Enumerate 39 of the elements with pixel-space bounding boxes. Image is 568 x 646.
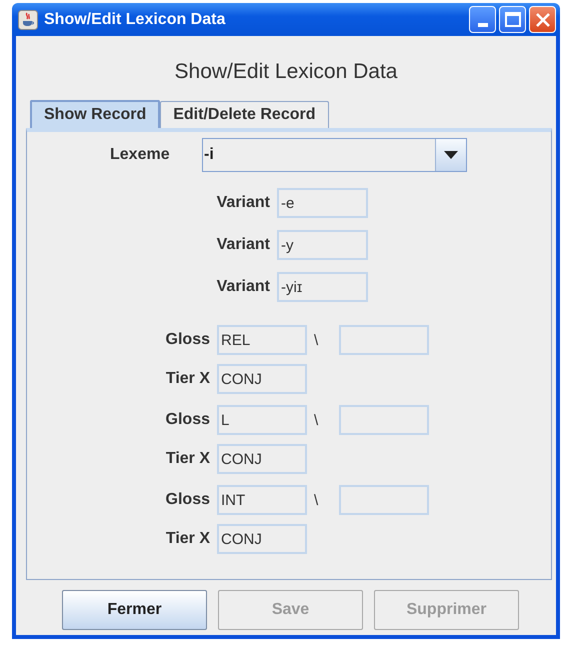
gloss-field[interactable]: L <box>217 405 307 435</box>
lexeme-dropdown[interactable]: -i <box>202 138 467 172</box>
tab[interactable]: Show Record <box>30 100 160 128</box>
variant-label: Variant <box>216 236 270 254</box>
close-button[interactable] <box>529 6 556 33</box>
tier-label: Tier X <box>164 530 210 548</box>
gloss-alt-field[interactable] <box>339 405 429 435</box>
variant-field[interactable]: -yiɪ <box>277 272 368 302</box>
tier-field[interactable]: CONJ <box>217 444 307 474</box>
window-title: Show/Edit Lexicon Data <box>44 10 226 28</box>
variant-label: Variant <box>216 278 270 296</box>
gloss-label: Gloss <box>164 491 210 509</box>
coffee-cup-icon <box>18 10 38 30</box>
gloss-alt-field[interactable] <box>339 485 429 515</box>
gloss-alt-field[interactable] <box>339 325 429 355</box>
maximize-button[interactable] <box>499 6 526 33</box>
tier-label: Tier X <box>164 370 210 388</box>
dialog-heading: Show/Edit Lexicon Data <box>174 60 398 84</box>
minimize-button[interactable] <box>469 6 496 33</box>
tier-label: Tier X <box>164 450 210 468</box>
variant-field[interactable]: -y <box>277 230 368 260</box>
lexeme-label: Lexeme <box>110 146 171 164</box>
minimize-icon <box>478 23 488 27</box>
caret-icon <box>444 151 458 159</box>
tier-field[interactable]: CONJ <box>217 524 307 554</box>
gloss-field[interactable]: INT <box>217 485 307 515</box>
variant-label: Variant <box>216 194 270 212</box>
dialog-button[interactable]: Fermer <box>62 590 207 630</box>
separator-text: \ <box>314 332 320 348</box>
variant-field[interactable]: -e <box>277 188 368 218</box>
separator-text: \ <box>314 412 320 428</box>
maximize-icon <box>504 12 520 27</box>
gloss-field[interactable]: REL <box>217 325 307 355</box>
close-icon <box>534 12 550 28</box>
tier-field[interactable]: CONJ <box>217 364 307 394</box>
gloss-label: Gloss <box>164 331 210 349</box>
tab[interactable]: Edit/Delete Record <box>160 101 328 128</box>
separator-text: \ <box>314 492 320 508</box>
gloss-label: Gloss <box>164 411 210 429</box>
